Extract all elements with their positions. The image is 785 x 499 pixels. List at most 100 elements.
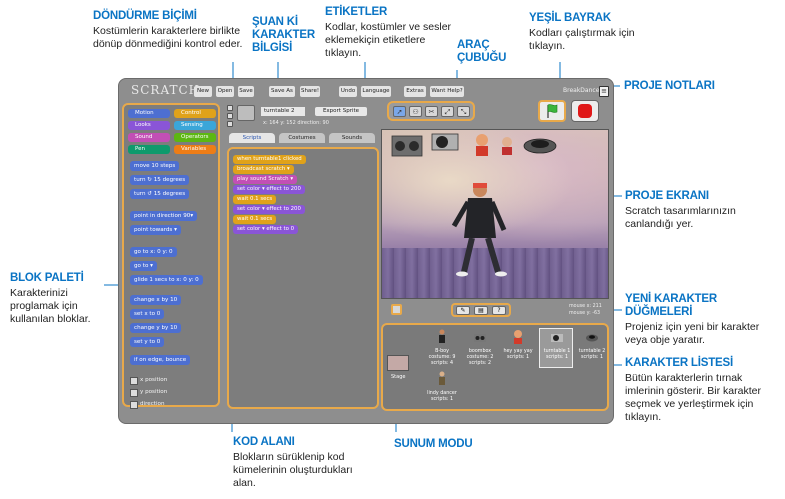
- tab-sounds[interactable]: Sounds: [329, 133, 375, 143]
- export-sprite-button[interactable]: Export Sprite: [315, 107, 367, 116]
- callout-title: ETİKETLER: [325, 6, 388, 18]
- callout-sprite-info: ŞUAN Kİ KARAKTER BİLGİSİ: [252, 16, 318, 55]
- sprite-item-boombox[interactable]: boombox costume: 2 scripts: 2: [463, 329, 497, 369]
- project-name: BreakDance: [563, 87, 600, 94]
- block-point-towards[interactable]: point towards ▾: [130, 225, 181, 235]
- script-set-effect-block[interactable]: set color ▾ effect to 200: [233, 205, 305, 214]
- script-set-effect-block[interactable]: set color ▾ effect to 0: [233, 225, 299, 234]
- callout-desc: Bütün karakterlerin tırnak imlerinin gös…: [625, 372, 761, 423]
- sprite-info: scripts: 1: [430, 397, 454, 402]
- tab-costumes[interactable]: Costumes: [279, 133, 325, 143]
- script-set-effect-block[interactable]: set color ▾ effect to 200: [233, 185, 305, 194]
- category-operators[interactable]: Operators: [174, 133, 216, 142]
- turntable1-thumb-icon: [551, 334, 563, 342]
- duplicate-tool-icon[interactable]: ⚇: [409, 106, 422, 117]
- menu-language-button[interactable]: Language: [361, 86, 391, 97]
- shrink-tool-icon[interactable]: ⤡: [457, 106, 470, 117]
- block-move-steps[interactable]: move 10 steps: [130, 161, 180, 171]
- sprite-name: turntable 1 scripts: 1: [540, 349, 574, 361]
- category-control[interactable]: Control: [174, 109, 216, 118]
- sprite-name-text: hey yay yay: [503, 349, 533, 354]
- stop-button[interactable]: [571, 100, 599, 122]
- callout-desc: Kostümlerin karakterlere birlikte dönüp …: [93, 25, 243, 50]
- sprite-item-hey-yay-yay[interactable]: hey yay yay scripts: 1: [501, 329, 535, 369]
- sprite-name: lindy dancer scripts: 1: [425, 391, 459, 403]
- b-boy-sprite: [451, 183, 507, 277]
- under-stage-bar: ✎ ▤ ? mouse x: 211 mouse y: -63: [385, 303, 609, 319]
- block-set-x[interactable]: set x to 0: [130, 309, 165, 319]
- script-area[interactable]: when turntable1 clicked broadcast scratc…: [227, 147, 379, 409]
- script-broadcast-block[interactable]: broadcast scratch ▾: [233, 165, 294, 174]
- sprite-name: boombox costume: 2 scripts: 2: [463, 349, 497, 367]
- stage-label: Stage: [391, 374, 406, 380]
- sprite-info: scripts: 1: [545, 355, 569, 360]
- hey-yay-thumb-icon: [514, 330, 522, 344]
- block-change-y[interactable]: change y by 10: [130, 323, 182, 333]
- callout-desc: Karakterinizi proglamak için kullanılan …: [10, 287, 91, 325]
- green-flag-button[interactable]: [538, 100, 566, 122]
- presentation-mode-button[interactable]: [391, 304, 402, 315]
- block-set-y[interactable]: set y to 0: [130, 337, 165, 347]
- menu-undo-button[interactable]: Undo: [339, 86, 357, 97]
- category-motion[interactable]: Motion: [128, 109, 170, 118]
- sprite-name-field[interactable]: turntable 2: [261, 107, 305, 116]
- block-glide[interactable]: glide 1 secs to x: 0 y: 0: [130, 275, 203, 285]
- script-play-sound-block[interactable]: play sound Scratch ▾: [233, 175, 298, 184]
- project-notes-icon[interactable]: ≡: [599, 86, 609, 97]
- choose-sprite-file-icon[interactable]: ▤: [474, 306, 488, 315]
- callout-title: SUNUM MODU: [394, 438, 473, 450]
- block-point-direction[interactable]: point in direction 90▾: [130, 211, 198, 221]
- menu-save-button[interactable]: Save: [238, 86, 254, 97]
- block-palette: Motion Control Looks Sensing Sound Opera…: [122, 103, 220, 409]
- menu-extras-button[interactable]: Extras: [404, 86, 426, 97]
- block-turn-left[interactable]: turn ↺ 15 degrees: [130, 189, 190, 199]
- callout-tabs: ETİKETLER Kodlar, kostümler ve sesler ek…: [325, 6, 453, 60]
- category-looks[interactable]: Looks: [128, 121, 170, 130]
- delete-tool-icon[interactable]: ✂: [425, 106, 438, 117]
- block-go-to-xy[interactable]: go to x: 0 y: 0: [130, 247, 177, 257]
- callout-toolbar: ARAÇ ÇUBUĞU: [457, 39, 511, 65]
- script-wait-block[interactable]: wait 0.1 secs: [233, 195, 277, 204]
- category-sensing[interactable]: Sensing: [174, 121, 216, 130]
- tab-scripts[interactable]: Scripts: [229, 133, 275, 143]
- sprite-item-b-boy[interactable]: B-boy costume: 9 scripts: 4: [425, 329, 459, 369]
- block-bounce[interactable]: if on edge, bounce: [130, 355, 191, 365]
- menu-want-help-button[interactable]: Want Help?: [430, 86, 464, 97]
- script-hat-block[interactable]: when turntable1 clicked: [233, 155, 306, 164]
- rotation-style-none[interactable]: [227, 121, 233, 127]
- stage[interactable]: [381, 129, 609, 299]
- sprite-item-turntable-1[interactable]: turntable 1 scripts: 1: [539, 328, 573, 368]
- callout-new-sprite: YENİ KARAKTER DÜĞMELERİ Projeniz için ye…: [625, 293, 775, 347]
- paint-new-sprite-icon[interactable]: ✎: [456, 306, 470, 315]
- reporter-x-position[interactable]: x position: [130, 375, 171, 385]
- block-go-to[interactable]: go to ▾: [130, 261, 157, 271]
- callout-desc: Projeniz için yeni bir karakter veya obj…: [625, 321, 760, 346]
- callout-desc: Kodlar, kostümler ve sesler eklemekiçin …: [325, 21, 452, 59]
- reporter-y-position[interactable]: y position: [130, 387, 171, 397]
- menu-new-button[interactable]: New: [194, 86, 212, 97]
- category-pen[interactable]: Pen: [128, 145, 170, 154]
- sprite-name-text: turntable 2: [578, 349, 606, 354]
- category-sound[interactable]: Sound: [128, 133, 170, 142]
- sprite-item-lindy-dancer[interactable]: lindy dancer scripts: 1: [425, 371, 459, 411]
- menu-share-button[interactable]: Share!: [300, 86, 320, 97]
- callout-title: ARAÇ ÇUBUĞU: [457, 39, 507, 64]
- category-variables[interactable]: Variables: [174, 145, 216, 154]
- reporter-direction[interactable]: direction: [130, 399, 169, 409]
- sprite-name: hey yay yay scripts: 1: [501, 349, 535, 361]
- menu-open-button[interactable]: Open: [216, 86, 234, 97]
- rotation-style-flip[interactable]: [227, 113, 233, 119]
- grow-tool-icon[interactable]: ⤢: [441, 106, 454, 117]
- rotation-style-rotate[interactable]: [227, 105, 233, 111]
- hey-yay-sprite: [476, 134, 488, 156]
- stage-thumbnail[interactable]: [387, 355, 409, 371]
- script-wait-block[interactable]: wait 0.1 secs: [233, 215, 277, 224]
- surprise-sprite-icon[interactable]: ?: [492, 306, 506, 315]
- sprite-item-turntable-2[interactable]: turntable 2 scripts: 1: [575, 329, 609, 369]
- block-turn-right[interactable]: turn ↻ 15 degrees: [130, 175, 190, 185]
- menu-save-as-button[interactable]: Save As: [269, 86, 295, 97]
- block-change-x[interactable]: change x by 10: [130, 295, 182, 305]
- arrow-tool-icon[interactable]: ➚: [393, 106, 406, 117]
- callout-title: KARAKTER LİSTESİ: [625, 357, 733, 369]
- sprite-name-text: lindy dancer: [427, 391, 457, 396]
